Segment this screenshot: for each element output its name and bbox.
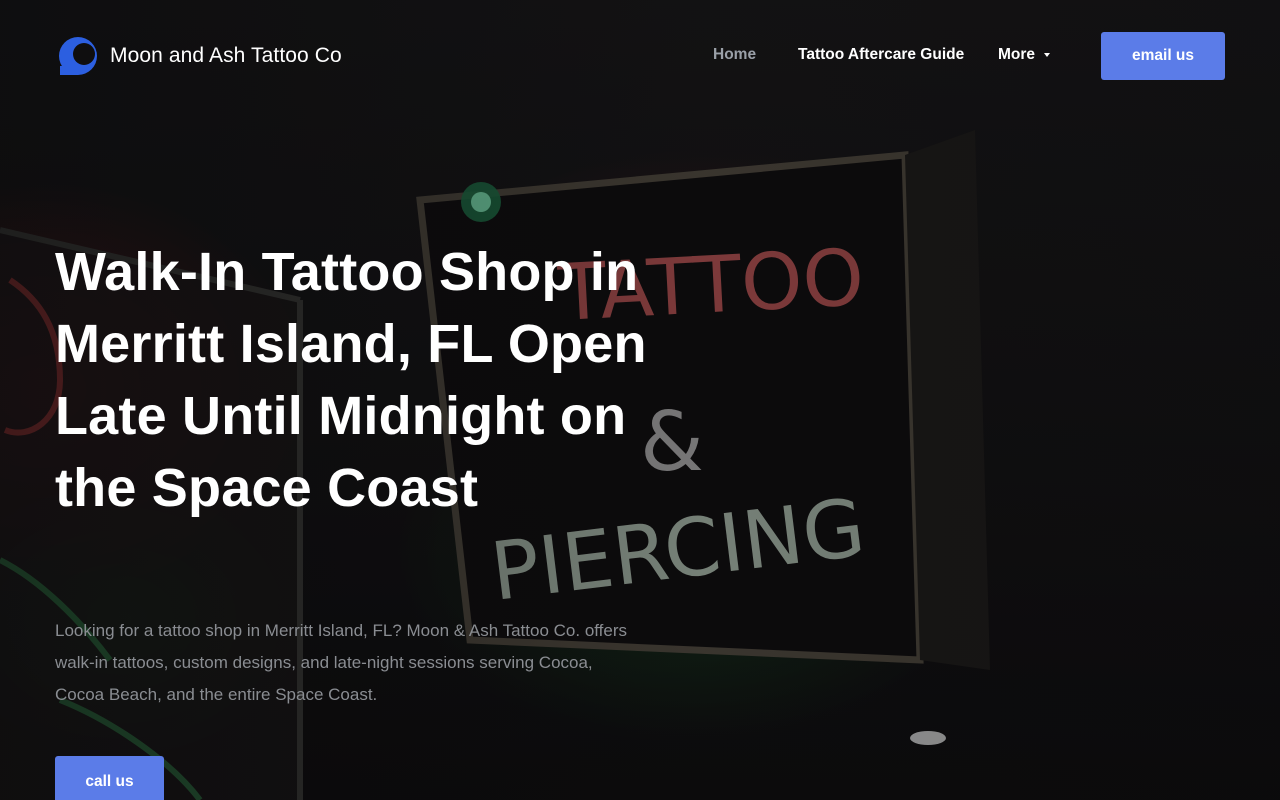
email-us-button[interactable]: email us [1101,32,1225,80]
page: TATTOO & PIERCING Moon and Ash Tattoo Co… [0,0,1280,800]
navbar: Moon and Ash Tattoo Co Home Tattoo After… [0,0,1280,112]
nav-item-more[interactable]: More [998,46,1051,64]
caret-down-icon [1044,53,1051,57]
call-us-button[interactable]: call us [55,756,164,800]
nav-menu: Home Tattoo Aftercare Guide More [0,46,1280,66]
nav-item-aftercare-guide[interactable]: Tattoo Aftercare Guide [798,46,964,64]
nav-item-more-label: More [998,46,1036,63]
hero-description: Looking for a tattoo shop in Merritt Isl… [55,621,628,704]
nav-item-home[interactable]: Home [713,46,756,64]
hero-title: Walk-In Tattoo Shop in Merritt Island, F… [55,242,647,518]
